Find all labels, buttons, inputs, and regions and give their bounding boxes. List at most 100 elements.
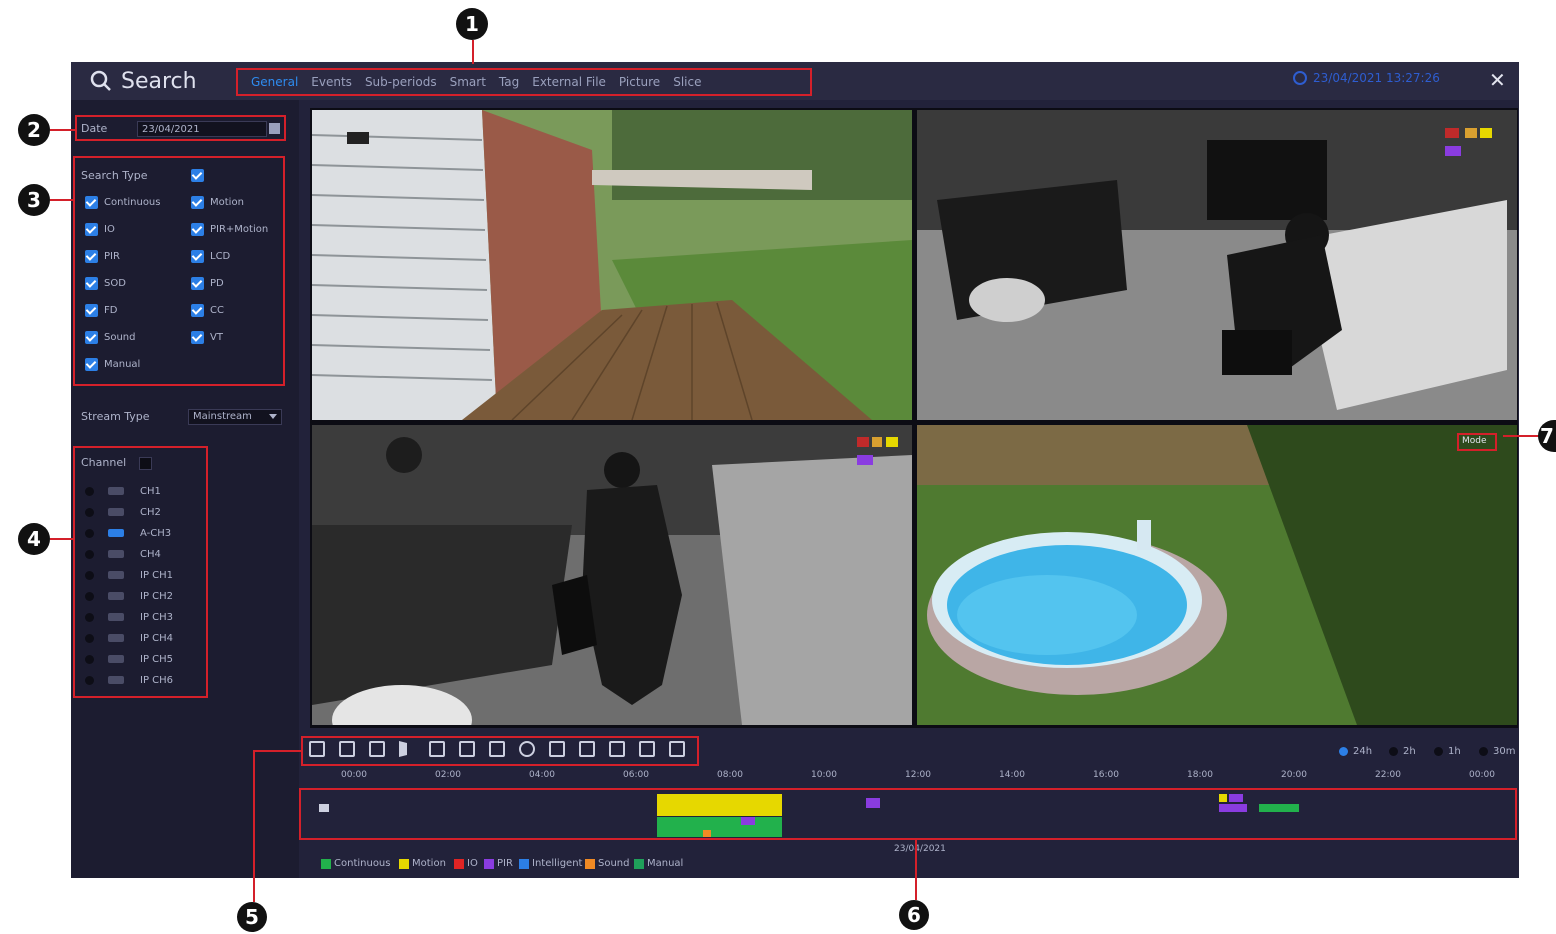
time-tick: 12:00	[905, 770, 931, 780]
video-clip-icon[interactable]	[579, 741, 595, 757]
callout-7: 7	[1538, 420, 1556, 452]
channel-row-ch1[interactable]: CH1	[85, 483, 161, 499]
clock-datetime: 23/04/2021 13:27:26	[1313, 71, 1440, 85]
zoom-icon[interactable]	[519, 741, 535, 757]
channel-select-radio[interactable]	[85, 507, 94, 517]
checkbox-vt[interactable]	[191, 331, 204, 344]
channel-select-radio[interactable]	[85, 675, 94, 685]
checkbox-pir[interactable]	[85, 250, 98, 263]
channel-row-ip-ch6[interactable]: IP CH6	[85, 672, 173, 688]
callout-leader-5b	[253, 750, 303, 752]
label-continuous: Continuous	[104, 197, 161, 208]
checkbox-sod[interactable]	[85, 277, 98, 290]
time-tick: 18:00	[1187, 770, 1213, 780]
video-pane-2[interactable]	[917, 110, 1517, 420]
zoom-label: 24h	[1353, 746, 1373, 757]
video-pane-4[interactable]: Mode	[917, 425, 1517, 725]
zoom-radio[interactable]	[1389, 747, 1398, 756]
channel-select-radio[interactable]	[85, 486, 94, 496]
fast-forward-icon[interactable]	[489, 741, 505, 757]
tab-slice[interactable]: Slice	[673, 75, 701, 89]
camera-icon	[108, 613, 124, 621]
calendar-icon[interactable]	[269, 123, 280, 134]
channel-row-a-ch3[interactable]: A-CH3	[85, 525, 171, 541]
legend-swatch	[634, 858, 644, 869]
checkbox-io[interactable]	[85, 223, 98, 236]
channel-row-ip-ch3[interactable]: IP CH3	[85, 609, 173, 625]
tab-smart[interactable]: Smart	[450, 75, 486, 89]
slow-play-icon[interactable]	[369, 741, 385, 757]
channel-select-radio[interactable]	[85, 654, 94, 664]
time-tick: 22:00	[1375, 770, 1401, 780]
timeline-panel: 24h 2h 1h 30m 00:00 02:00 04:00 06:00 08…	[299, 732, 1519, 878]
channel-name: CH2	[140, 506, 161, 518]
zoom-label: 2h	[1403, 746, 1416, 757]
channel-row-ip-ch2[interactable]: IP CH2	[85, 588, 173, 604]
zoom-radio[interactable]	[1479, 747, 1488, 756]
fullscreen-icon[interactable]	[309, 741, 325, 757]
checkbox-pd[interactable]	[191, 277, 204, 290]
zoom-label: 1h	[1448, 746, 1461, 757]
checkbox-sound[interactable]	[85, 331, 98, 344]
channel-select-radio[interactable]	[85, 570, 94, 580]
zoom-option-24h[interactable]: 24h	[1339, 746, 1372, 757]
tab-picture[interactable]: Picture	[619, 75, 660, 89]
checkbox-lcd[interactable]	[191, 250, 204, 263]
volume-icon[interactable]	[669, 741, 685, 757]
tag-icon[interactable]	[639, 741, 655, 757]
record-bar-motion	[657, 794, 782, 806]
checkbox-continuous[interactable]	[85, 196, 98, 209]
channel-row-ch2[interactable]: CH2	[85, 504, 161, 520]
record-bar-pir	[1229, 794, 1243, 802]
split-screen-icon[interactable]	[549, 741, 565, 757]
channel-select-radio[interactable]	[85, 591, 94, 601]
play-icon[interactable]	[399, 741, 409, 757]
zoom-option-30m[interactable]: 30m	[1479, 746, 1515, 757]
pause-icon[interactable]	[429, 741, 445, 757]
record-bar-motion	[657, 806, 782, 816]
channel-row-ip-ch1[interactable]: IP CH1	[85, 567, 173, 583]
legend-label: IO	[467, 858, 478, 869]
search-type-label: Search Type	[81, 169, 148, 182]
zoom-radio[interactable]	[1434, 747, 1443, 756]
channel-row-ip-ch5[interactable]: IP CH5	[85, 651, 173, 667]
channel-row-ip-ch4[interactable]: IP CH4	[85, 630, 173, 646]
channel-all-checkbox[interactable]	[139, 457, 152, 470]
checkbox-cc[interactable]	[191, 304, 204, 317]
zoom-radio[interactable]	[1339, 747, 1348, 756]
mode-badge[interactable]: Mode	[1457, 433, 1497, 451]
stream-type-value: Mainstream	[193, 411, 252, 422]
checkbox-motion[interactable]	[191, 196, 204, 209]
zoom-option-1h[interactable]: 1h	[1434, 746, 1461, 757]
stop-icon[interactable]	[459, 741, 475, 757]
tab-events[interactable]: Events	[311, 75, 352, 89]
system-clock: 23/04/2021 13:27:26	[1293, 71, 1440, 85]
video-pane-1[interactable]	[312, 110, 912, 420]
label-sod: SOD	[104, 278, 126, 289]
channel-select-radio[interactable]	[85, 633, 94, 643]
tab-external-file[interactable]: External File	[532, 75, 606, 89]
recording-timeline[interactable]	[299, 788, 1517, 840]
pool-camera-image	[917, 425, 1517, 725]
zoom-option-2h[interactable]: 2h	[1389, 746, 1416, 757]
close-button[interactable]: ✕	[1489, 68, 1506, 92]
search-type-all-checkbox[interactable]	[191, 169, 204, 182]
rewind-icon[interactable]	[339, 741, 355, 757]
channel-select-radio[interactable]	[85, 528, 94, 538]
date-field[interactable]	[137, 121, 267, 137]
channel-row-ch4[interactable]: CH4	[85, 546, 161, 562]
stream-type-select[interactable]: Mainstream	[188, 409, 282, 425]
channel-select-radio[interactable]	[85, 612, 94, 622]
callout-leader-7	[1503, 435, 1541, 437]
checkbox-pir-motion[interactable]	[191, 223, 204, 236]
video-pane-3[interactable]	[312, 425, 912, 725]
snapshot-icon[interactable]	[609, 741, 625, 757]
tab-tag[interactable]: Tag	[499, 75, 519, 89]
channel-name: CH4	[140, 548, 161, 560]
checkbox-manual[interactable]	[85, 358, 98, 371]
checkbox-fd[interactable]	[85, 304, 98, 317]
tab-general[interactable]: General	[251, 75, 298, 89]
callout-3: 3	[18, 184, 50, 216]
channel-select-radio[interactable]	[85, 549, 94, 559]
tab-sub-periods[interactable]: Sub-periods	[365, 75, 437, 89]
